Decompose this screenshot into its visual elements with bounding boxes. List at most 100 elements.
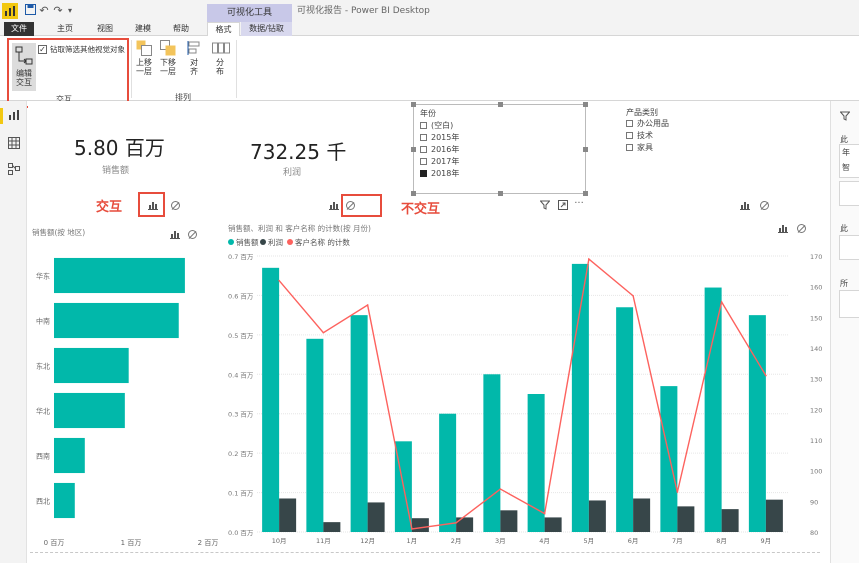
filter-interaction-icon[interactable] (170, 229, 180, 239)
checkbox-checked-icon[interactable] (420, 170, 427, 177)
bring-forward-button[interactable]: 上移 一层 (133, 40, 155, 86)
category-slicer-item[interactable]: 技术 (626, 131, 653, 141)
sales-bar[interactable] (306, 338, 324, 532)
undo-icon[interactable]: ↶ (38, 4, 50, 18)
resize-handle[interactable] (411, 102, 416, 107)
sales-card-value[interactable]: 5.80 百万 (74, 132, 165, 161)
resize-handle[interactable] (498, 102, 503, 107)
tab-data-drill[interactable]: 数据/钻取 (241, 22, 292, 36)
checkbox-icon[interactable] (420, 158, 427, 165)
sales-bar[interactable] (748, 315, 766, 532)
model-view-icon[interactable] (6, 163, 21, 178)
none-interaction-icon[interactable] (760, 201, 769, 210)
checkbox-icon[interactable] (420, 122, 427, 129)
profit-card-value[interactable]: 732.25 千 (250, 136, 346, 165)
customer-count-point[interactable] (632, 295, 634, 297)
resize-handle[interactable] (583, 102, 588, 107)
customize-quick-access-icon[interactable]: ▾ (64, 4, 76, 18)
sales-bar[interactable] (660, 386, 678, 532)
profit-bar[interactable] (500, 510, 518, 532)
filter-icon[interactable] (839, 111, 851, 123)
sales-bar[interactable] (616, 307, 634, 532)
tab-home[interactable]: 主页 (50, 22, 80, 36)
bar[interactable] (54, 302, 179, 339)
bar-chart[interactable]: 华东中南东北华北西南西北 0 百万 1 百万 2 百万 (28, 245, 220, 550)
year-slicer[interactable]: 年份 (空白) 2015年 2016年 2017年 2018年 (411, 102, 588, 196)
bar[interactable] (54, 257, 185, 294)
filter-interaction-icon[interactable] (329, 200, 339, 210)
profit-bar[interactable] (765, 499, 783, 532)
profit-bar[interactable] (677, 506, 695, 532)
year-slicer-item[interactable]: (空白) (420, 121, 453, 131)
sales-bar[interactable] (527, 394, 545, 532)
customer-count-point[interactable] (366, 304, 369, 306)
bar[interactable] (54, 347, 129, 384)
customer-count-point[interactable] (588, 258, 590, 260)
profit-bar[interactable] (588, 500, 606, 532)
resize-handle[interactable] (411, 191, 416, 196)
drill-filter-checkbox[interactable]: ✓ (38, 45, 47, 54)
none-interaction-icon[interactable] (171, 201, 180, 210)
combo-chart[interactable]: 0.0 百万 0.1 百万 0.2 百万 0.3 百万 0.4 百万 0.5 百万 0.6 … (220, 245, 830, 550)
bar[interactable] (54, 392, 125, 429)
filter-interaction-icon[interactable] (148, 200, 158, 210)
customer-count-point[interactable] (278, 279, 280, 282)
customer-count-point[interactable] (676, 491, 679, 493)
tab-format[interactable]: 格式 (207, 22, 240, 37)
resize-handle[interactable] (583, 191, 588, 196)
profit-bar[interactable] (323, 522, 341, 532)
profit-bar[interactable] (633, 498, 651, 532)
checkbox-icon[interactable] (626, 120, 633, 127)
year-slicer-item[interactable]: 2018年 (420, 169, 459, 179)
tab-view[interactable]: 视图 (90, 22, 120, 36)
sales-bar[interactable] (704, 287, 722, 532)
none-interaction-icon-selected[interactable] (346, 201, 355, 210)
sales-bar[interactable] (262, 267, 280, 532)
category-slicer-item[interactable]: 办公用品 (626, 119, 669, 129)
profit-bar[interactable] (411, 518, 429, 532)
filter-card[interactable] (839, 235, 859, 260)
resize-handle[interactable] (583, 147, 588, 152)
checkbox-icon[interactable] (420, 146, 427, 153)
send-backward-button[interactable]: 下移 一层 (157, 40, 179, 86)
category-slicer[interactable]: 产品类别 办公用品 技术 家具 (622, 104, 742, 164)
category-slicer-item[interactable]: 家具 (626, 143, 653, 153)
bar[interactable] (54, 437, 85, 474)
sales-bar[interactable] (350, 315, 368, 532)
drill-filter-other-visuals-option[interactable]: ✓ 钻取筛选其他视觉对象 (38, 44, 130, 56)
sales-bar[interactable] (483, 374, 501, 532)
filter-card[interactable] (839, 290, 859, 318)
profit-bar[interactable] (279, 498, 297, 532)
tab-help[interactable]: 帮助 (166, 22, 196, 36)
profit-bar[interactable] (544, 517, 562, 532)
checkbox-icon[interactable] (420, 134, 427, 141)
align-button[interactable]: 对 齐 (183, 40, 205, 86)
distribute-button[interactable]: 分 布 (209, 40, 231, 86)
data-view-icon[interactable] (6, 137, 21, 152)
tab-file[interactable]: 文件 (4, 22, 34, 36)
customer-count-point[interactable] (499, 488, 502, 490)
profit-bar[interactable] (721, 509, 739, 532)
resize-handle[interactable] (498, 191, 503, 196)
year-slicer-item[interactable]: 2016年 (420, 145, 459, 155)
customer-count-point[interactable] (765, 374, 767, 377)
tab-modeling[interactable]: 建模 (128, 22, 158, 36)
sales-bar[interactable] (439, 413, 457, 532)
customer-count-point[interactable] (543, 512, 546, 515)
filter-interaction-icon[interactable] (740, 200, 750, 210)
customer-count-point[interactable] (455, 522, 457, 524)
customer-count-point[interactable] (411, 528, 413, 530)
profit-bar[interactable] (367, 502, 385, 532)
customer-count-point[interactable] (720, 301, 723, 303)
resize-handle[interactable] (411, 147, 416, 152)
none-interaction-icon[interactable] (188, 230, 197, 239)
year-slicer-item[interactable]: 2015年 (420, 133, 459, 143)
focus-mode-icon[interactable] (558, 200, 568, 210)
bar[interactable] (54, 482, 75, 519)
save-icon[interactable] (24, 4, 36, 18)
checkbox-icon[interactable] (626, 132, 633, 139)
more-options-icon[interactable]: ··· (574, 199, 584, 209)
filter-card[interactable] (839, 181, 859, 206)
customer-count-point[interactable] (322, 331, 325, 334)
filter-interaction-icon[interactable] (778, 223, 788, 233)
